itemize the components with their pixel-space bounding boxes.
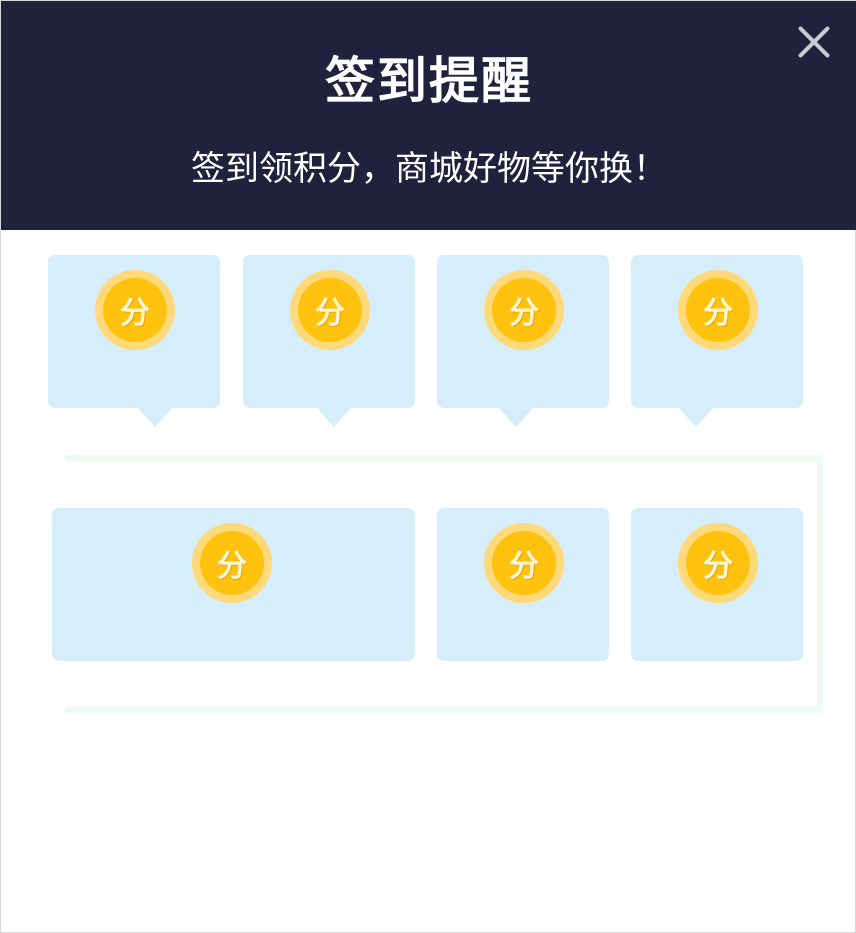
coin-label: 分 — [509, 296, 539, 331]
modal-subtitle: 签到领积分，商城好物等你换！ — [191, 149, 667, 189]
sign-in-reminder-modal: 签到提醒 签到领积分，商城好物等你换！ 分 分 分 分 分 分 分 — [0, 0, 856, 933]
points-coin-icon: 分 — [678, 523, 758, 603]
sign-in-day-card[interactable]: 分 — [631, 508, 803, 661]
points-coin-icon: 分 — [192, 523, 272, 603]
points-coin-icon: 分 — [484, 270, 564, 350]
sign-in-day-card[interactable]: 分 — [437, 508, 609, 661]
sign-in-day-card[interactable]: 分 — [48, 255, 220, 427]
card-pointer — [138, 408, 172, 427]
coin-label: 分 — [217, 549, 247, 584]
modal-title: 签到提醒 — [325, 52, 533, 110]
card-pointer — [679, 408, 713, 427]
sign-in-day-card[interactable]: 分 — [437, 255, 609, 427]
sign-in-day-card[interactable]: 分 — [243, 255, 415, 427]
points-coin-icon: 分 — [95, 270, 175, 350]
coin-label: 分 — [315, 296, 345, 331]
close-icon[interactable] — [795, 23, 833, 61]
points-coin-icon: 分 — [678, 270, 758, 350]
points-coin-icon: 分 — [484, 523, 564, 603]
sign-in-day-card-large[interactable]: 分 — [52, 508, 415, 661]
card-pointer — [499, 408, 533, 427]
coin-label: 分 — [703, 549, 733, 584]
coin-label: 分 — [509, 549, 539, 584]
card-pointer — [317, 408, 351, 427]
sign-in-day-card[interactable]: 分 — [631, 255, 803, 427]
coin-label: 分 — [703, 296, 733, 331]
points-coin-icon: 分 — [290, 270, 370, 350]
coin-label: 分 — [120, 296, 150, 331]
modal-header: 签到提醒 签到领积分，商城好物等你换！ — [1, 1, 856, 230]
